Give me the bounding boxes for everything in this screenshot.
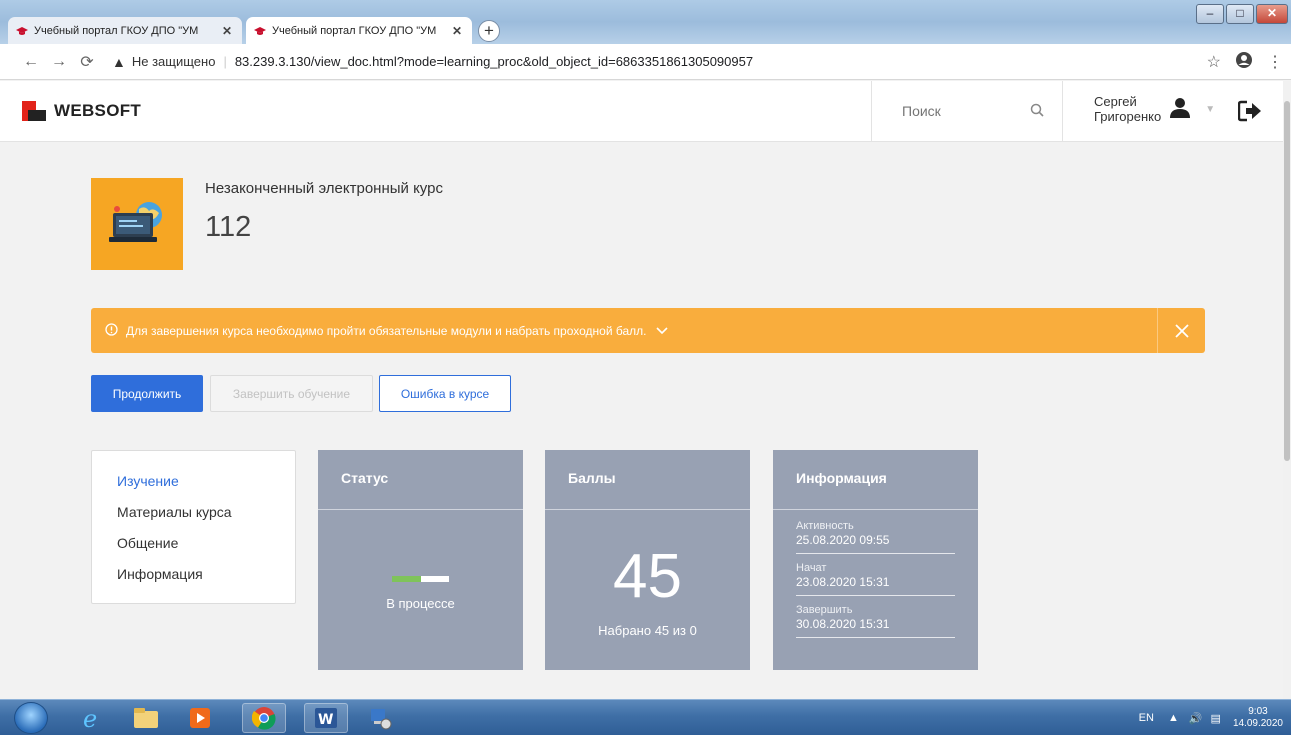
logo-text: WEBSOFT [54,101,142,120]
svg-text:e: e [83,706,97,730]
language-indicator[interactable]: EN [1139,712,1154,724]
status-card: Статус В процессе [318,450,523,670]
chevron-down-icon[interactable] [656,324,669,338]
url-separator: | [223,54,227,69]
graduation-cap-icon [254,25,266,37]
browser-titlebar: Учебный портал ГКОУ ДПО "УМ ✕ Учебный по… [0,0,1291,44]
page-scrollbar[interactable] [1283,81,1291,699]
info-label: Завершить [796,604,853,616]
progress-bar-fill [392,576,421,582]
tab-title: Учебный портал ГКОУ ДПО "УМ [272,24,437,37]
security-label: Не защищено [131,54,216,69]
app-header: WEBSOFT Сергей Григоренко ▼ [0,81,1291,142]
alert-close-button[interactable] [1157,308,1205,353]
browser-tab-1[interactable]: Учебный портал ГКОУ ДПО "УМ ✕ [8,17,242,44]
course-laptop-icon [109,202,162,242]
clock-time: 9:03 [1248,706,1268,717]
points-card: Баллы 45 Набрано 45 из 0 [545,450,750,670]
continue-button[interactable]: Продолжить [91,375,203,412]
search-input[interactable] [902,103,1022,119]
status-text: В процессе [386,596,455,611]
maximize-button[interactable]: □ [1226,4,1254,24]
logout-icon[interactable] [1237,100,1262,125]
new-tab-button[interactable]: + [478,20,500,42]
info-value: 23.08.2020 15:31 [796,575,890,589]
info-card-title: Информация [773,450,978,510]
tab-title: Учебный портал ГКОУ ДПО "УМ [34,24,199,37]
info-circle-icon [105,322,118,339]
logo-mark-icon [22,101,46,121]
word-icon[interactable]: W [304,703,348,733]
security-indicator[interactable]: ▲ Не защищено [112,54,215,70]
browser-tab-2[interactable]: Учебный портал ГКОУ ДПО "УМ ✕ [246,17,472,44]
clock-date: 14.09.2020 [1232,718,1283,729]
info-label: Активность [796,520,854,532]
course-title: 112 [205,211,252,243]
clock[interactable]: 9:03 14.09.2020 [1233,706,1283,730]
windows-taskbar: e W EN ▲ 🔊 ▤ 9:03 14.09.2020 [0,699,1291,735]
course-side-nav: Изучение Материалы курса Общение Информа… [91,450,296,604]
forward-arrow-icon[interactable]: → [48,53,70,71]
minimize-button[interactable]: – [1196,4,1224,24]
points-card-title: Баллы [545,450,750,510]
internet-explorer-icon[interactable]: e [70,703,114,733]
info-label: Начат [796,562,827,574]
chevron-down-icon: ▼ [1205,103,1216,115]
search-box [871,81,1063,141]
user-avatar-icon [1169,97,1191,122]
url-field[interactable]: 83.239.3.130/view_doc.html?mode=learning… [235,54,753,69]
warning-icon: ▲ [112,53,126,70]
course-thumbnail [91,178,183,270]
tab-close-icon[interactable]: ✕ [220,24,234,38]
reload-icon[interactable]: ⟳ [76,52,98,72]
finish-learning-button: Завершить обучение [210,375,373,412]
user-last-name: Григоренко [1094,109,1162,124]
info-row-started: Начат 23.08.2020 15:31 [796,560,955,596]
info-card: Информация Активность 25.08.2020 09:55 Н… [773,450,978,670]
info-list: Активность 25.08.2020 09:55 Начат 23.08.… [796,518,955,644]
close-window-button[interactable]: ✕ [1256,4,1288,24]
user-name: Сергей Григоренко [1094,94,1161,124]
nav-item-study[interactable]: Изучение [117,471,295,502]
nav-item-communication[interactable]: Общение [117,533,295,564]
media-player-icon[interactable] [178,703,222,733]
chrome-icon[interactable] [242,703,286,733]
websoft-logo[interactable]: WEBSOFT [22,101,141,121]
network-tool-icon[interactable] [358,703,402,733]
course-type-label: Незаконченный электронный курс [205,180,443,197]
points-value: 45 [613,542,682,611]
status-card-title: Статус [318,450,523,510]
bookmark-star-icon[interactable]: ☆ [1207,52,1221,72]
network-icon[interactable]: ▤ [1211,712,1221,725]
user-menu[interactable]: Сергей Григоренко ▼ [1094,94,1215,124]
points-caption: Набрано 45 из 0 [598,623,697,638]
completion-alert: Для завершения курса необходимо пройти о… [91,308,1205,353]
nav-item-information[interactable]: Информация [117,564,295,595]
info-row-finish: Завершить 30.08.2020 15:31 [796,602,955,638]
system-tray: EN ▲ 🔊 ▤ 9:03 14.09.2020 [1139,700,1283,735]
browser-menu-icon[interactable]: ⋮ [1267,52,1283,72]
report-course-error-button[interactable]: Ошибка в курсе [379,375,511,412]
info-value: 30.08.2020 15:31 [796,617,890,631]
close-icon [1174,323,1189,338]
svg-text:W: W [318,712,333,728]
back-arrow-icon[interactable]: ← [20,53,42,71]
profile-icon[interactable] [1235,51,1253,74]
scrollbar-thumb[interactable] [1284,101,1290,461]
tab-close-icon[interactable]: ✕ [450,24,464,38]
progress-bar [392,576,449,582]
start-button[interactable] [14,702,48,734]
alert-text: Для завершения курса необходимо пройти о… [126,323,647,338]
volume-icon[interactable]: 🔊 [1189,712,1203,725]
tray-expand-icon[interactable]: ▲ [1168,712,1179,724]
nav-item-materials[interactable]: Материалы курса [117,502,295,533]
info-value: 25.08.2020 09:55 [796,533,890,547]
search-icon[interactable] [1030,103,1044,120]
user-first-name: Сергей [1094,94,1137,109]
address-bar: ← → ⟳ ▲ Не защищено | 83.239.3.130/view_… [0,44,1291,80]
info-row-activity: Активность 25.08.2020 09:55 [796,518,955,554]
graduation-cap-icon [16,25,28,37]
file-explorer-icon[interactable] [124,703,168,733]
